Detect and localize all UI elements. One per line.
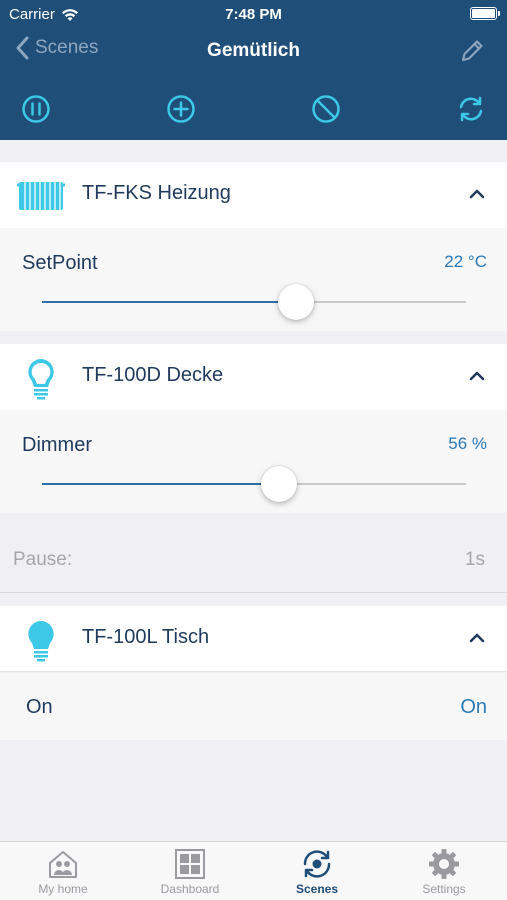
slider-thumb[interactable]: [261, 466, 298, 502]
pencil-icon: [462, 40, 483, 61]
device-name: TF-100L Tisch: [82, 626, 210, 648]
bulb-outline-icon: [16, 356, 66, 405]
edit-button[interactable]: [459, 38, 485, 69]
device-header-heating[interactable]: TF-FKS Heizung: [0, 162, 507, 228]
slider-fill: [42, 301, 297, 303]
slider-thumb[interactable]: [278, 284, 315, 320]
chevron-up-icon[interactable]: [469, 632, 485, 644]
dashboard-icon: [175, 849, 205, 879]
scene-toolbar: [0, 88, 507, 132]
pause-row[interactable]: Pause: 1s: [0, 525, 507, 593]
bulb-icon: [16, 618, 66, 667]
tab-settings[interactable]: Settings: [381, 842, 507, 900]
home-icon: [49, 851, 77, 878]
on-state-value[interactable]: On: [460, 696, 487, 719]
scenes-icon: [303, 850, 331, 878]
param-label: SetPoint: [22, 252, 98, 274]
device-controls-heating: SetPoint 22 °C: [0, 228, 507, 331]
tab-bar: My home Dashboard Scenes Settings: [0, 841, 507, 900]
chevron-up-icon[interactable]: [469, 370, 485, 382]
dimmer-slider[interactable]: [42, 464, 466, 504]
back-label: Scenes: [35, 37, 99, 58]
tab-label: My home: [38, 882, 88, 896]
refresh-button[interactable]: [454, 92, 488, 126]
pause-value: 1s: [464, 549, 485, 570]
device-name: TF-FKS Heizung: [82, 182, 231, 204]
tab-scenes[interactable]: Scenes: [254, 842, 380, 900]
add-button[interactable]: [164, 92, 198, 126]
tab-dashboard[interactable]: Dashboard: [127, 842, 253, 900]
tab-label: Dashboard: [160, 882, 220, 896]
chevron-up-icon[interactable]: [469, 188, 485, 200]
param-value: 22 °C: [444, 252, 487, 271]
param-label: Dimmer: [22, 434, 92, 456]
pause-label: Pause:: [13, 549, 73, 570]
disable-icon: [312, 95, 340, 123]
status-bar: Carrier 7:48 PM: [0, 0, 507, 28]
status-time: 7:48 PM: [225, 6, 282, 23]
app-header: Carrier 7:48 PM Scenes Gemütlich: [0, 0, 507, 140]
setpoint-slider[interactable]: [42, 282, 466, 322]
device-name: TF-100D Decke: [82, 364, 224, 386]
device-controls-table: On On: [0, 673, 507, 740]
tab-label: Scenes: [295, 882, 339, 896]
pause-button[interactable]: [19, 92, 53, 126]
slider-fill: [42, 483, 280, 485]
refresh-icon: [459, 96, 483, 122]
gear-icon: [429, 849, 459, 879]
add-icon: [167, 95, 195, 123]
param-value: 56 %: [448, 434, 487, 453]
device-controls-ceiling: Dimmer 56 %: [0, 410, 507, 513]
disable-button[interactable]: [309, 92, 343, 126]
nav-bar: Scenes Gemütlich: [0, 30, 507, 76]
device-header-ceiling[interactable]: TF-100D Decke: [0, 344, 507, 410]
chevron-left-icon: [16, 36, 29, 60]
tab-label: Settings: [422, 882, 466, 896]
radiator-icon: [16, 174, 66, 221]
device-header-table[interactable]: TF-100L Tisch: [0, 606, 507, 672]
param-label: On: [26, 696, 53, 718]
back-button[interactable]: Scenes: [15, 36, 98, 60]
tab-my-home[interactable]: My home: [0, 842, 126, 900]
pause-icon: [22, 95, 50, 123]
battery-icon: [470, 7, 500, 20]
